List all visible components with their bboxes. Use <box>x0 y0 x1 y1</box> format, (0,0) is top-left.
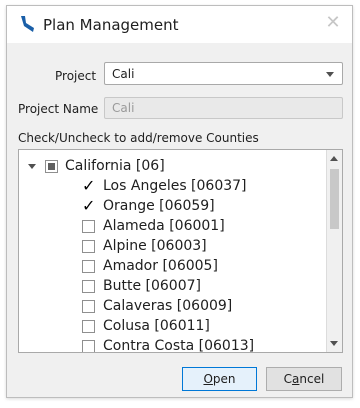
county-checkbox[interactable]: ✓ <box>82 198 95 214</box>
close-button[interactable]: ✕ <box>322 12 344 34</box>
county-checkbox[interactable] <box>82 300 95 313</box>
window-title: Plan Management <box>43 16 179 34</box>
county-label: Los Angeles [06037] <box>103 178 247 194</box>
tree-item[interactable]: Contra Costa [06013] <box>19 336 324 353</box>
county-label: Calaveras [06009] <box>103 298 233 314</box>
tree-root-label: California [06] <box>65 158 165 174</box>
county-label: Orange [06059] <box>103 198 215 214</box>
project-select[interactable]: Cali <box>104 62 343 85</box>
cancel-label-rest: ncel <box>299 372 325 386</box>
tree-scrollbar[interactable] <box>326 150 342 352</box>
tree-item[interactable]: Alpine [06003] <box>19 236 324 256</box>
project-name-value: Cali <box>112 101 135 115</box>
chevron-down-icon <box>326 72 334 77</box>
scrollbar-thumb[interactable] <box>330 169 339 229</box>
county-label: Amador [06005] <box>103 258 218 274</box>
county-label: Butte [06007] <box>103 278 201 294</box>
project-label: Project <box>55 69 97 83</box>
plan-management-dialog: Plan Management ✕ Project Cali Project N… <box>6 5 353 398</box>
county-checkbox[interactable] <box>82 260 95 273</box>
tree-item[interactable]: Butte [06007] <box>19 276 324 296</box>
county-checkbox[interactable]: ✓ <box>82 178 95 194</box>
app-logo-icon <box>18 15 36 33</box>
project-select-value: Cali <box>112 67 135 81</box>
tree-item[interactable]: Calaveras [06009] <box>19 296 324 316</box>
root-checkbox[interactable] <box>45 160 58 173</box>
tree-item[interactable]: ✓ Los Angeles [06037] <box>19 176 324 196</box>
title-bar: Plan Management ✕ <box>7 6 352 43</box>
project-name-field: Cali <box>104 97 343 119</box>
tree-item[interactable]: Amador [06005] <box>19 256 324 276</box>
open-button[interactable]: Open <box>182 367 257 391</box>
county-checkbox[interactable] <box>82 280 95 293</box>
county-label: Alameda [06001] <box>103 218 225 234</box>
scroll-up-arrow-icon[interactable] <box>330 156 338 161</box>
open-mnemonic: O <box>203 372 213 386</box>
tree-root-row[interactable]: California [06] <box>19 156 324 176</box>
county-checkbox[interactable] <box>82 220 95 233</box>
cancel-button[interactable]: Cancel <box>266 367 342 391</box>
tree-item[interactable]: ✓ Orange [06059] <box>19 196 324 216</box>
county-label: Colusa [06011] <box>103 318 210 334</box>
county-label: Contra Costa [06013] <box>103 338 255 353</box>
county-checkbox[interactable] <box>82 320 95 333</box>
expand-arrow-icon[interactable] <box>28 164 36 169</box>
cancel-label-prefix: C <box>283 372 293 386</box>
open-label-rest: pen <box>212 372 236 386</box>
project-name-label: Project Name <box>18 102 99 116</box>
county-checkbox[interactable] <box>82 240 95 253</box>
instructions-label: Check/Uncheck to add/remove Counties <box>18 131 259 145</box>
scroll-down-arrow-icon[interactable] <box>330 341 338 346</box>
tree-item[interactable]: Colusa [06011] <box>19 316 324 336</box>
county-checkbox[interactable] <box>82 340 95 352</box>
county-label: Alpine [06003] <box>103 238 207 254</box>
county-tree[interactable]: California [06] ✓ Los Angeles [06037] ✓ … <box>18 149 343 353</box>
tree-item[interactable]: Alameda [06001] <box>19 216 324 236</box>
